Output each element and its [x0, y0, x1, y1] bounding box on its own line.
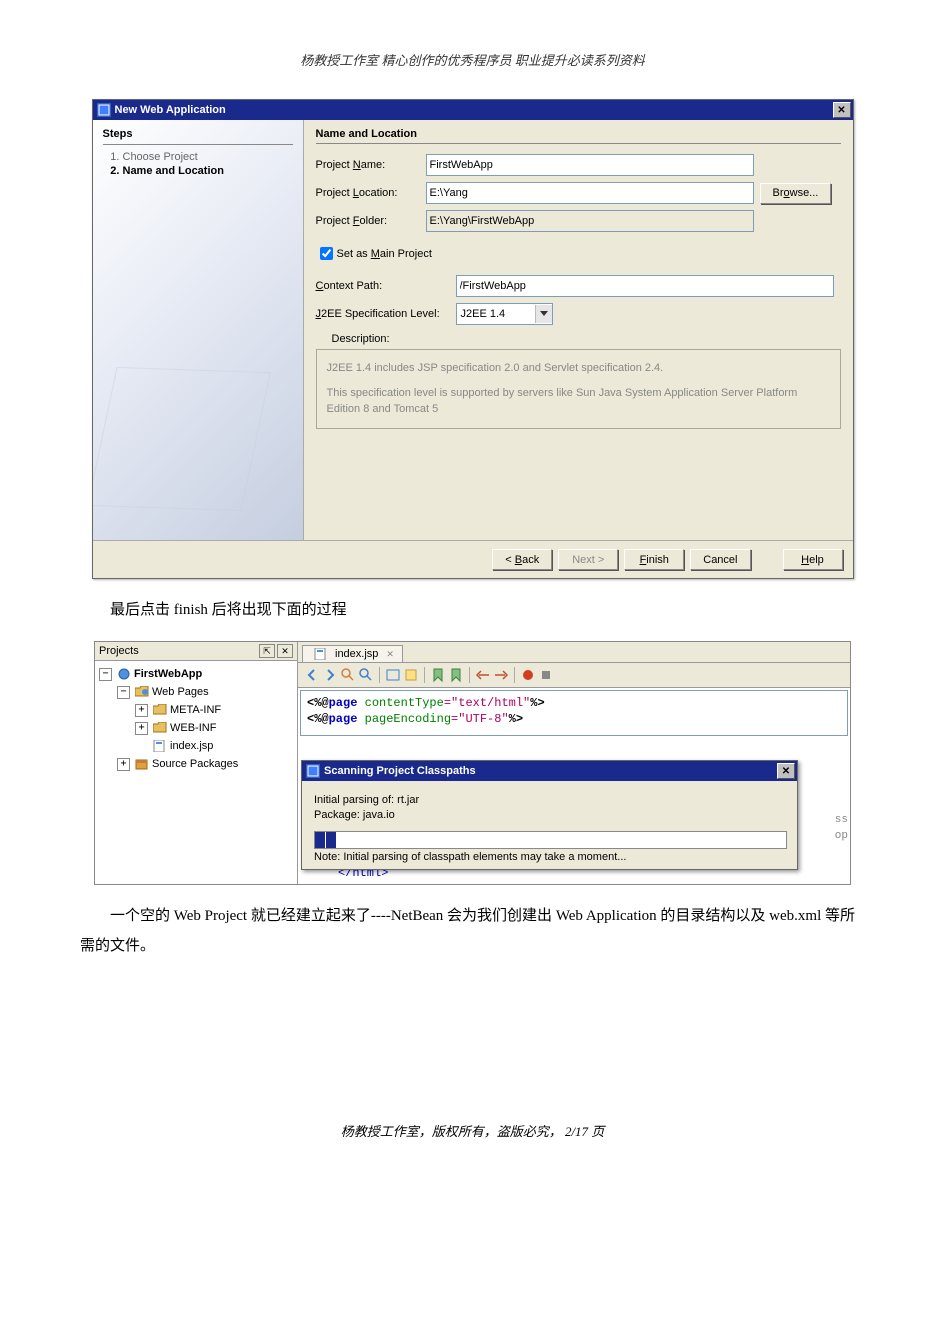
- tree-web-inf[interactable]: WEB-INF: [170, 719, 216, 737]
- tree-index-jsp[interactable]: index.jsp: [170, 737, 213, 755]
- ide-window: Projects ⇱ ✕ − FirstWebApp − Web Pages +: [94, 641, 851, 885]
- truncated-text: ss op: [835, 812, 848, 844]
- close-button[interactable]: ✕: [833, 102, 851, 118]
- editor-toolbar: [298, 663, 850, 688]
- document-header: 杨教授工作室 精心创作的优秀程序员 职业提升必读系列资料: [60, 50, 885, 69]
- chevron-down-icon[interactable]: [535, 305, 552, 323]
- j2ee-dropdown[interactable]: J2EE 1.4: [456, 303, 553, 325]
- context-path-input[interactable]: [456, 275, 834, 297]
- steps-heading: Steps: [103, 128, 293, 140]
- paragraph-1: 最后点击 finish 后将出现下面的过程: [80, 595, 865, 625]
- dialog-titlebar: New Web Application ✕: [93, 100, 853, 120]
- jsp-file-icon: [153, 740, 167, 752]
- dialog-title: New Web Application: [115, 104, 833, 116]
- tree-collapse-icon[interactable]: −: [99, 668, 112, 681]
- description-line-2: This specification level is supported by…: [327, 385, 830, 418]
- new-web-app-dialog: New Web Application ✕ Steps Choose Proje…: [92, 99, 854, 579]
- bookmark-next-icon[interactable]: [448, 667, 464, 683]
- set-main-label: Set as Main Project: [337, 248, 432, 260]
- tree-collapse-icon[interactable]: −: [117, 686, 130, 699]
- tree-expand-icon[interactable]: +: [117, 758, 130, 771]
- editor-tab[interactable]: index.jsp ✕: [302, 645, 403, 662]
- projects-panel-title: Projects: [99, 645, 257, 657]
- find-next-icon[interactable]: [358, 667, 374, 683]
- folder-icon: [135, 686, 149, 698]
- tree-expand-icon[interactable]: +: [135, 704, 148, 717]
- package-icon: [135, 758, 149, 770]
- paragraph-2: 一个空的 Web Project 就已经建立起来了----NetBean 会为我…: [80, 901, 865, 961]
- scan-status-2: Package: java.io: [314, 809, 785, 821]
- bookmark-prev-icon[interactable]: [430, 667, 446, 683]
- project-name-label: Project Name:: [316, 159, 426, 171]
- j2ee-value: J2EE 1.4: [457, 308, 535, 320]
- tab-label: index.jsp: [335, 648, 378, 660]
- panel-close-icon[interactable]: ✕: [277, 644, 293, 658]
- progress-block: [315, 832, 325, 848]
- nav-back-icon[interactable]: [304, 667, 320, 683]
- next-button: Next >: [558, 549, 618, 570]
- shift-right-icon[interactable]: [493, 667, 509, 683]
- toggle-highlight-icon[interactable]: [403, 667, 419, 683]
- tree-web-pages[interactable]: Web Pages: [152, 683, 209, 701]
- tree-meta-inf[interactable]: META-INF: [170, 701, 221, 719]
- step-2: Name and Location: [123, 165, 293, 177]
- finish-button[interactable]: Finish: [624, 549, 684, 570]
- project-icon: [117, 668, 131, 680]
- folder-icon: [153, 722, 167, 734]
- description-line-1: J2EE 1.4 includes JSP specification 2.0 …: [327, 360, 830, 377]
- project-name-input[interactable]: [426, 154, 754, 176]
- scan-note: Note: Initial parsing of classpath eleme…: [314, 851, 785, 863]
- scan-status-1: Initial parsing of: rt.jar: [314, 794, 785, 806]
- project-tree[interactable]: − FirstWebApp − Web Pages + META-INF +: [95, 661, 297, 777]
- jsp-file-icon: [314, 648, 328, 660]
- pin-icon[interactable]: ⇱: [259, 644, 275, 658]
- set-main-checkbox[interactable]: [320, 247, 333, 260]
- steps-panel: Steps Choose Project Name and Location: [93, 120, 304, 540]
- j2ee-label: J2EE Specification Level:: [316, 308, 456, 320]
- context-path-label: Context Path:: [316, 280, 456, 292]
- tab-close-icon[interactable]: ✕: [386, 649, 394, 660]
- project-location-label: Project Location:: [316, 187, 426, 199]
- macro-record-icon[interactable]: [520, 667, 536, 683]
- projects-panel: Projects ⇱ ✕ − FirstWebApp − Web Pages +: [95, 642, 298, 884]
- nav-forward-icon[interactable]: [322, 667, 338, 683]
- macro-stop-icon[interactable]: [538, 667, 554, 683]
- cancel-button[interactable]: Cancel: [690, 549, 750, 570]
- app-icon: [97, 103, 111, 117]
- progress-bar: [314, 831, 787, 849]
- close-button[interactable]: ✕: [777, 763, 795, 779]
- app-icon: [306, 764, 320, 778]
- code-editor[interactable]: <%@page contentType="text/html"%> <%@pag…: [300, 690, 848, 736]
- step-1: Choose Project: [123, 151, 293, 163]
- back-button[interactable]: < Back: [492, 549, 552, 570]
- description-label: Description:: [332, 333, 841, 345]
- folder-icon: [153, 704, 167, 716]
- tree-root[interactable]: FirstWebApp: [134, 665, 202, 683]
- project-folder-input: [426, 210, 754, 232]
- dialog-button-bar: < Back Next > Finish Cancel Help: [93, 540, 853, 578]
- find-prev-icon[interactable]: [340, 667, 356, 683]
- section-title: Name and Location: [316, 128, 841, 140]
- find-selection-icon[interactable]: [385, 667, 401, 683]
- browse-button[interactable]: Browse...: [760, 183, 832, 204]
- scanning-dialog: Scanning Project Classpaths ✕ Initial pa…: [301, 760, 798, 870]
- shift-left-icon[interactable]: [475, 667, 491, 683]
- help-button[interactable]: Help: [783, 549, 843, 570]
- description-box: J2EE 1.4 includes JSP specification 2.0 …: [316, 349, 841, 429]
- tree-expand-icon[interactable]: +: [135, 722, 148, 735]
- progress-block: [326, 832, 336, 848]
- document-footer: 杨教授工作室，版权所有，盗版必究， 2/17 页: [60, 1121, 885, 1140]
- project-location-input[interactable]: [426, 182, 754, 204]
- form-panel: Name and Location Project Name: Project …: [304, 120, 853, 540]
- scanning-title: Scanning Project Classpaths: [324, 765, 777, 777]
- tree-source-packages[interactable]: Source Packages: [152, 755, 238, 773]
- project-folder-label: Project Folder:: [316, 215, 426, 227]
